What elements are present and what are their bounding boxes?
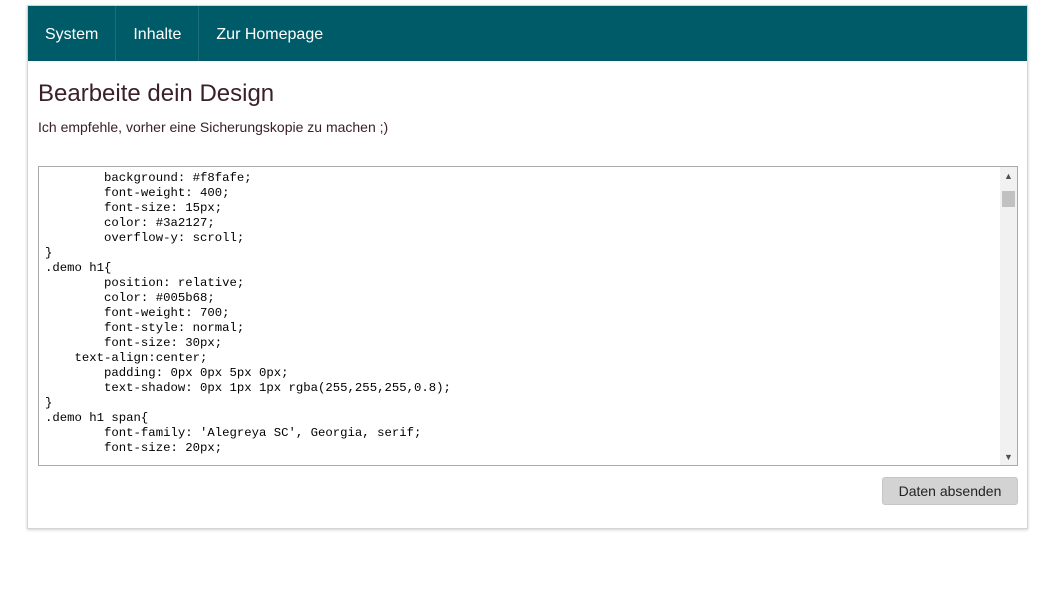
submit-button[interactable]: Daten absenden <box>882 477 1018 505</box>
css-editor[interactable]: background: #f8fafe; font-weight: 400; f… <box>38 166 1018 466</box>
scroll-up-arrow-icon[interactable]: ▲ <box>1000 167 1017 184</box>
css-code-textarea[interactable]: background: #f8fafe; font-weight: 400; f… <box>39 167 1001 465</box>
page-subtitle: Ich empfehle, vorher eine Sicherungskopi… <box>38 119 389 135</box>
top-navbar: System Inhalte Zur Homepage <box>28 6 1027 61</box>
nav-item-inhalte[interactable]: Inhalte <box>116 6 200 61</box>
editor-scrollbar[interactable]: ▲ ▼ <box>1000 167 1017 465</box>
nav-item-system[interactable]: System <box>28 6 117 61</box>
scrollbar-thumb[interactable] <box>1002 191 1015 207</box>
page-title: Bearbeite dein Design <box>38 80 275 107</box>
main-panel: System Inhalte Zur Homepage Bearbeite de… <box>27 5 1028 529</box>
nav-item-zur-homepage[interactable]: Zur Homepage <box>199 6 340 61</box>
scroll-down-arrow-icon[interactable]: ▼ <box>1000 448 1017 465</box>
